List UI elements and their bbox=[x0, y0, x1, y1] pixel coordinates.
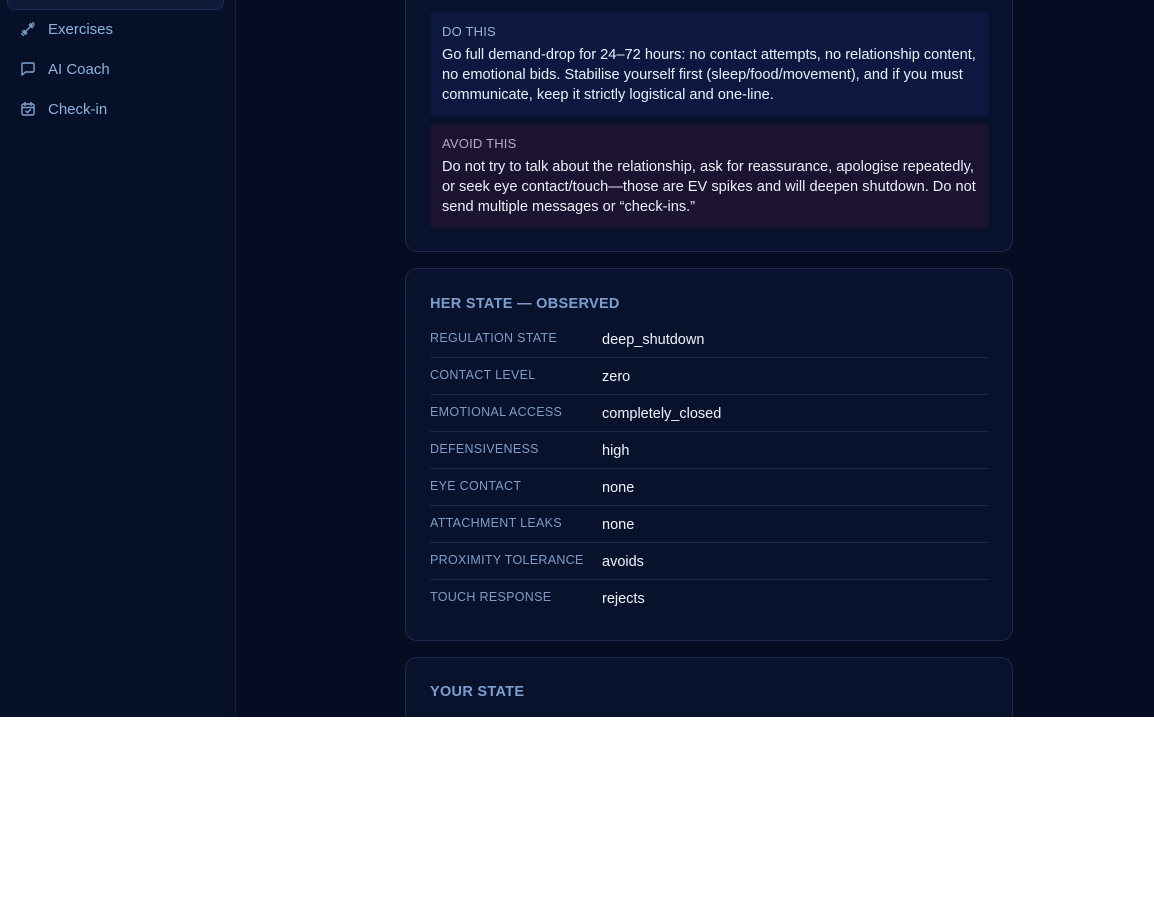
state-key: TOUCH RESPONSE bbox=[430, 590, 552, 604]
do-this-text: Go full demand-drop for 24–72 hours: no … bbox=[442, 47, 976, 103]
her-state-title: HER STATE — OBSERVED bbox=[430, 296, 620, 312]
do-this-panel: DO THIS Go full demand-drop for 24–72 ho… bbox=[430, 12, 989, 116]
sidebar-item-label: Check-in bbox=[48, 100, 108, 118]
her-state-card: HER STATE — OBSERVED REGULATION STATE de… bbox=[405, 268, 1013, 641]
guidance-card: DO THIS Go full demand-drop for 24–72 ho… bbox=[405, 0, 1013, 252]
state-row-eye-contact: EYE CONTACT none bbox=[430, 469, 989, 506]
state-key: ATTACHMENT LEAKS bbox=[430, 516, 562, 530]
state-value: none bbox=[602, 517, 635, 533]
state-row-attachment-leaks: ATTACHMENT LEAKS none bbox=[430, 506, 989, 543]
sidebar-item-exercises[interactable]: Exercises bbox=[20, 17, 113, 41]
her-state-list: REGULATION STATE deep_shutdown CONTACT L… bbox=[430, 321, 989, 617]
message-square-icon bbox=[20, 61, 36, 77]
state-row-touch-response: TOUCH RESPONSE rejects bbox=[430, 580, 989, 617]
calendar-check-icon bbox=[20, 101, 36, 117]
state-key: REGULATION STATE bbox=[430, 331, 558, 345]
sidebar: Exercises AI Coach Check-in bbox=[0, 0, 236, 717]
state-key: EMOTIONAL ACCESS bbox=[430, 405, 563, 419]
your-state-title: YOUR STATE bbox=[430, 684, 525, 700]
state-value: deep_shutdown bbox=[602, 332, 705, 348]
state-key: CONTACT LEVEL bbox=[430, 368, 536, 382]
avoid-this-panel: AVOID THIS Do not try to talk about the … bbox=[430, 124, 989, 228]
state-row-defensiveness: DEFENSIVENESS high bbox=[430, 432, 989, 469]
sidebar-item-label: AI Coach bbox=[48, 60, 110, 78]
do-this-label: DO THIS bbox=[442, 24, 496, 39]
state-row-proximity-tolerance: PROXIMITY TOLERANCE avoids bbox=[430, 543, 989, 580]
state-key: EYE CONTACT bbox=[430, 479, 522, 493]
avoid-this-label: AVOID THIS bbox=[442, 136, 517, 151]
state-row-contact-level: CONTACT LEVEL zero bbox=[430, 358, 989, 395]
state-row-regulation: REGULATION STATE deep_shutdown bbox=[430, 321, 989, 358]
app-window: Exercises AI Coach Check-in DO THIS Go f… bbox=[0, 0, 1154, 717]
state-value: high bbox=[602, 443, 630, 459]
state-key: PROXIMITY TOLERANCE bbox=[430, 553, 584, 567]
sidebar-item-label: Exercises bbox=[48, 20, 114, 38]
your-state-card: YOUR STATE bbox=[405, 657, 1013, 717]
avoid-this-text: Do not try to talk about the relationshi… bbox=[442, 159, 976, 215]
sidebar-item-check-in[interactable]: Check-in bbox=[20, 97, 107, 121]
state-value: avoids bbox=[602, 554, 644, 570]
state-value: zero bbox=[602, 369, 631, 385]
dumbbell-icon bbox=[20, 21, 36, 37]
state-row-emotional-access: EMOTIONAL ACCESS completely_closed bbox=[430, 395, 989, 432]
state-key: DEFENSIVENESS bbox=[430, 442, 539, 456]
state-value: rejects bbox=[602, 591, 645, 607]
sidebar-active-item[interactable] bbox=[7, 0, 224, 10]
state-value: none bbox=[602, 480, 635, 496]
sidebar-item-ai-coach[interactable]: AI Coach bbox=[20, 57, 110, 81]
state-value: completely_closed bbox=[602, 406, 722, 422]
